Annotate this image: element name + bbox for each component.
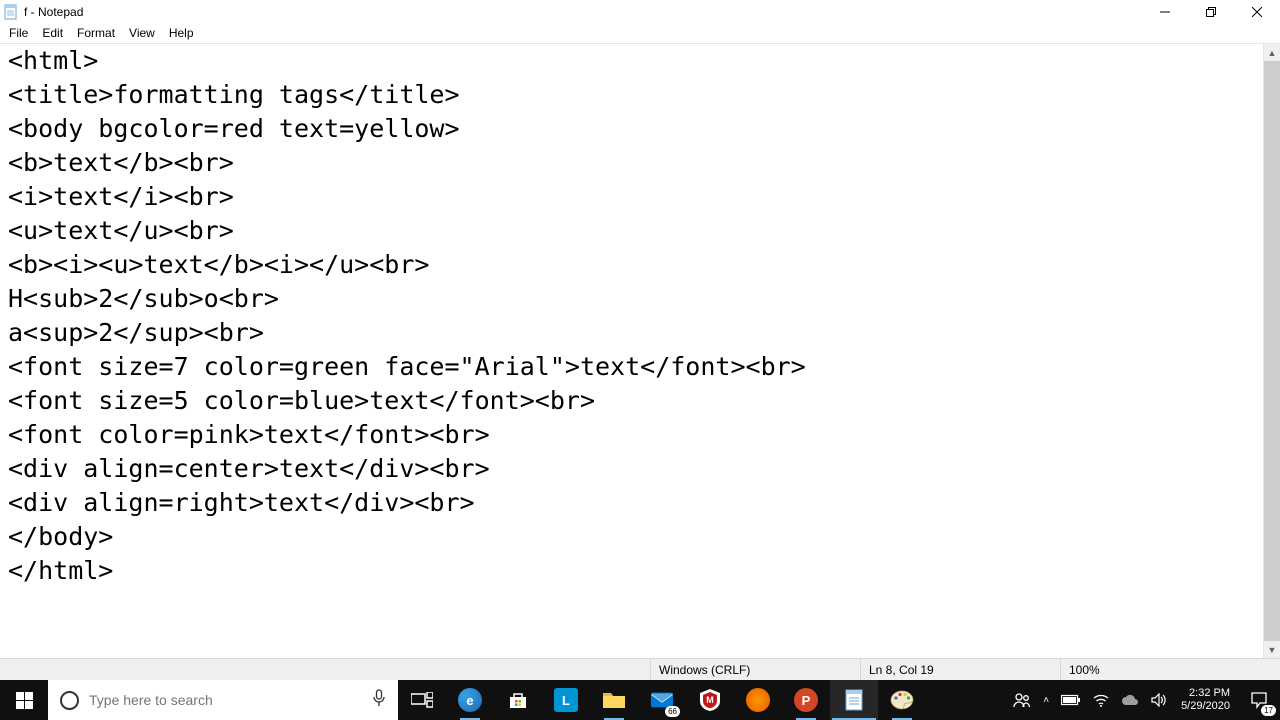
- tray-battery[interactable]: [1055, 680, 1087, 720]
- search-input[interactable]: [89, 692, 362, 708]
- title-bar: f - Notepad: [0, 0, 1280, 23]
- speaker-icon: [1151, 693, 1167, 707]
- taskbar-app-mcafee[interactable]: M: [686, 680, 734, 720]
- text-editor[interactable]: <html> <title>formatting tags</title> <b…: [0, 44, 1263, 658]
- system-tray: ˄ 2:32 PM 5/29/2020 17: [1007, 680, 1280, 720]
- status-cursor-position: Ln 8, Col 19: [860, 659, 1060, 680]
- close-button[interactable]: [1234, 0, 1280, 23]
- menu-file[interactable]: File: [2, 24, 35, 42]
- firefox-icon: [746, 688, 770, 712]
- people-icon: [1013, 692, 1031, 708]
- store-icon: [506, 688, 530, 712]
- start-button[interactable]: [0, 680, 48, 720]
- action-center-badge: 17: [1261, 705, 1276, 716]
- status-bar: Windows (CRLF) Ln 8, Col 19 100%: [0, 658, 1280, 680]
- tray-clock[interactable]: 2:32 PM 5/29/2020: [1173, 687, 1238, 713]
- scroll-down-arrow-icon[interactable]: ▼: [1264, 641, 1280, 658]
- status-line-ending: Windows (CRLF): [650, 659, 860, 680]
- taskbar-app-notepad[interactable]: [830, 680, 878, 720]
- vertical-scrollbar[interactable]: ▲ ▼: [1263, 44, 1280, 658]
- windows-logo-icon: [16, 692, 33, 709]
- file-explorer-icon: [602, 688, 626, 712]
- wifi-icon: [1093, 693, 1109, 707]
- taskbar-app-edge[interactable]: e: [446, 680, 494, 720]
- taskbar-app-paint[interactable]: [878, 680, 926, 720]
- cortana-icon: [60, 691, 79, 710]
- notepad-taskbar-icon: [842, 688, 866, 712]
- taskbar-app-explorer[interactable]: [590, 680, 638, 720]
- lenovo-icon: L: [554, 688, 578, 712]
- battery-icon: [1061, 694, 1081, 706]
- tray-people[interactable]: [1007, 680, 1037, 720]
- cloud-icon: [1121, 694, 1139, 706]
- microphone-icon[interactable]: [372, 689, 386, 712]
- chevron-up-icon: ˄: [1043, 695, 1049, 706]
- taskbar-app-lenovo[interactable]: L: [542, 680, 590, 720]
- menu-view[interactable]: View: [122, 24, 162, 42]
- tray-show-hidden[interactable]: ˄: [1037, 680, 1055, 720]
- maximize-button[interactable]: [1188, 0, 1234, 23]
- menu-bar: File Edit Format View Help: [0, 23, 1280, 44]
- paint-icon: [890, 688, 914, 712]
- taskbar-app-store[interactable]: [494, 680, 542, 720]
- taskbar-search[interactable]: [48, 680, 398, 720]
- tray-onedrive[interactable]: [1115, 680, 1145, 720]
- menu-format[interactable]: Format: [70, 24, 122, 42]
- clock-date: 5/29/2020: [1181, 700, 1230, 713]
- client-area: <html> <title>formatting tags</title> <b…: [0, 44, 1280, 658]
- tray-volume[interactable]: [1145, 680, 1173, 720]
- notepad-icon: [3, 4, 19, 20]
- taskbar: e L 66 M P: [0, 680, 1280, 720]
- menu-help[interactable]: Help: [162, 24, 201, 42]
- minimize-button[interactable]: [1142, 0, 1188, 23]
- clock-time: 2:32 PM: [1189, 687, 1230, 700]
- tray-wifi[interactable]: [1087, 680, 1115, 720]
- svg-text:M: M: [706, 695, 714, 705]
- scroll-up-arrow-icon[interactable]: ▲: [1264, 44, 1280, 61]
- taskbar-app-powerpoint[interactable]: P: [782, 680, 830, 720]
- window-title: f - Notepad: [24, 5, 83, 19]
- powerpoint-icon: P: [794, 688, 818, 712]
- menu-edit[interactable]: Edit: [35, 24, 70, 42]
- scrollbar-thumb[interactable]: [1264, 61, 1280, 641]
- mail-badge: 66: [665, 706, 680, 717]
- edge-icon: e: [458, 688, 482, 712]
- status-zoom: 100%: [1060, 659, 1280, 680]
- taskbar-app-mail[interactable]: 66: [638, 680, 686, 720]
- window-controls: [1142, 0, 1280, 23]
- taskbar-app-firefox[interactable]: [734, 680, 782, 720]
- taskview-button[interactable]: [398, 680, 446, 720]
- tray-action-center[interactable]: 17: [1238, 680, 1280, 720]
- mcafee-icon: M: [698, 688, 722, 712]
- task-view-icon: [411, 692, 433, 708]
